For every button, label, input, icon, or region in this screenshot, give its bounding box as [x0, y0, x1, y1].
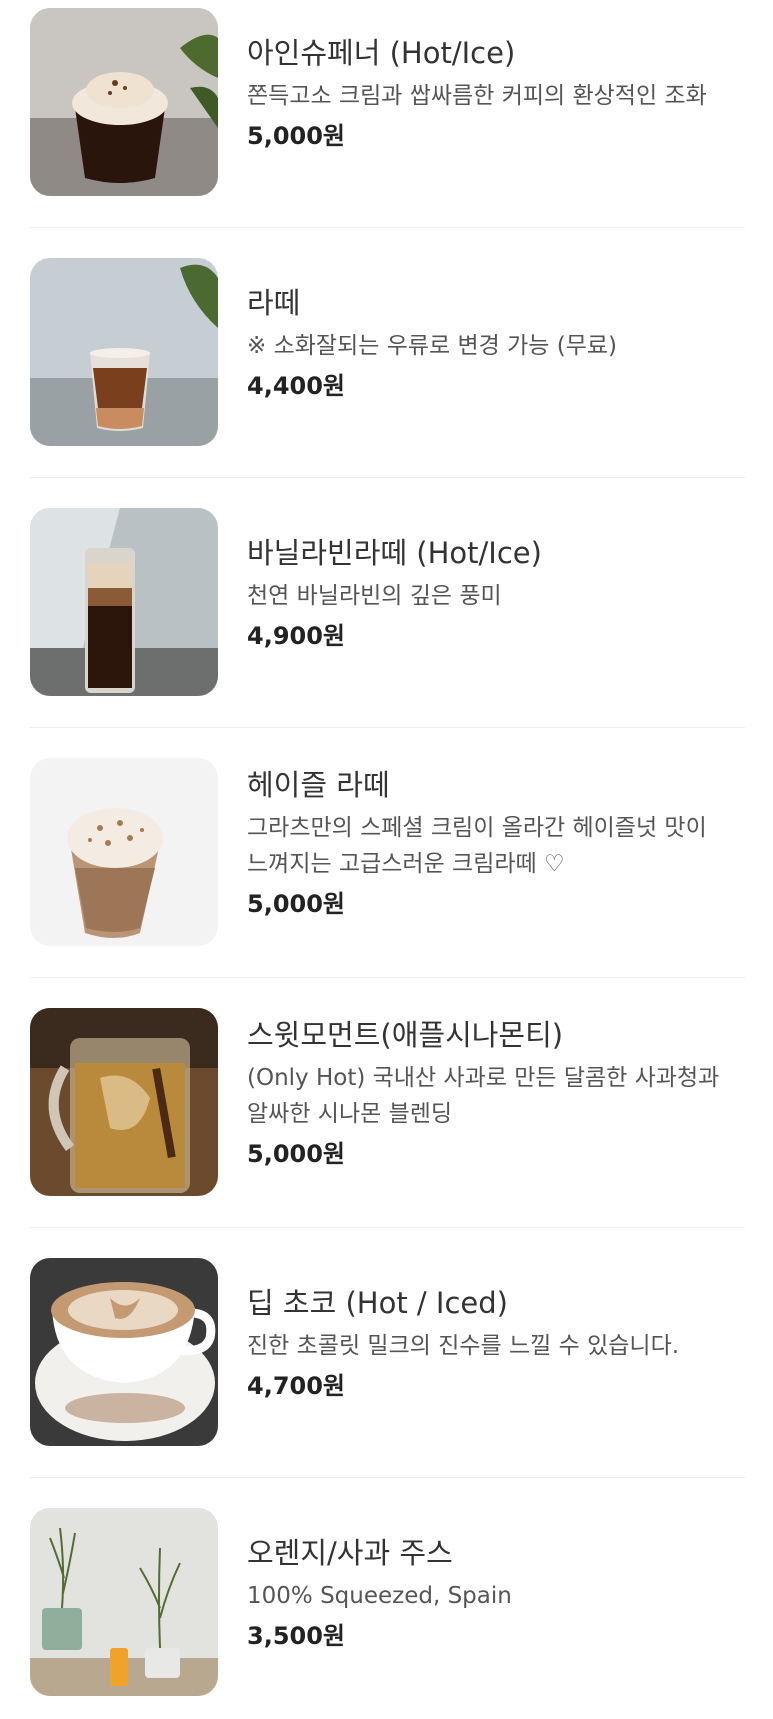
latte-photo: [30, 258, 218, 446]
menu-item-description: (Only Hot) 국내산 사과로 만든 달콤한 사과청과 알싸한 시나몬 블…: [247, 1060, 745, 1132]
description-line: 그라츠만의 스페셜 크림이 올라간 헤이즐넛 맛이: [247, 815, 707, 841]
menu-item-price: 5,000원: [247, 1140, 345, 1168]
menu-item-name: 오렌지/사과 주스: [247, 1536, 453, 1570]
vanilla-latte-photo: [30, 508, 218, 696]
divider: [30, 227, 745, 228]
description-line: ※ 소화잘되는 우류로 변경 가능 (무료): [247, 333, 618, 359]
menu-item-apple-cinnamon-tea[interactable]: 스윗모먼트(애플시나몬티) (Only Hot) 국내산 사과로 만든 달콤한 …: [30, 1008, 745, 1196]
deep-choco-photo: [30, 1258, 218, 1446]
description-line: (Only Hot) 국내산 사과로 만든 달콤한 사과청과: [247, 1065, 720, 1091]
apple-cinnamon-tea-photo: [30, 1008, 218, 1196]
hazel-latte-photo: [30, 758, 218, 946]
description-line: 쫀득고소 크림과 쌉싸름한 커피의 환상적인 조화: [247, 83, 707, 109]
menu-item-description: 진한 초콜릿 밀크의 진수를 느낄 수 있습니다.: [247, 1328, 745, 1364]
menu-item-deep-choco[interactable]: 딥 초코 (Hot / Iced) 진한 초콜릿 밀크의 진수를 느낄 수 있습…: [30, 1258, 745, 1446]
description-line: 느껴지는 고급스러운 크림라떼 ♡: [247, 851, 565, 877]
einspanner-photo: [30, 8, 218, 196]
menu-item-price: 4,400원: [247, 372, 345, 400]
menu-item-info: 스윗모먼트(애플시나몬티) (Only Hot) 국내산 사과로 만든 달콤한 …: [247, 1016, 745, 1170]
juice-photo: [30, 1508, 218, 1696]
menu-item-latte[interactable]: 라떼 ※ 소화잘되는 우류로 변경 가능 (무료) 4,400원: [30, 258, 745, 446]
divider: [30, 1227, 745, 1228]
menu-item-info: 딥 초코 (Hot / Iced) 진한 초콜릿 밀크의 진수를 느낄 수 있습…: [247, 1284, 745, 1402]
menu-item-name: 아인슈페너 (Hot/Ice): [247, 36, 516, 70]
description-line: 100% Squeezed, Spain: [247, 1583, 512, 1609]
menu-item-info: 헤이즐 라떼 그라츠만의 스페셜 크림이 올라간 헤이즐넛 맛이 느껴지는 고급…: [247, 766, 745, 920]
menu-item-description: 천연 바닐라빈의 깊은 풍미: [247, 578, 745, 614]
menu-item-price: 5,000원: [247, 122, 345, 150]
description-line: 천연 바닐라빈의 깊은 풍미: [247, 583, 502, 609]
menu-item-description: 100% Squeezed, Spain: [247, 1578, 745, 1614]
menu-item-description: 그라츠만의 스페셜 크림이 올라간 헤이즐넛 맛이 느껴지는 고급스러운 크림라…: [247, 810, 745, 882]
menu-item-description: ※ 소화잘되는 우류로 변경 가능 (무료): [247, 328, 745, 364]
menu-item-name: 딥 초코 (Hot / Iced): [247, 1286, 508, 1320]
menu-item-info: 라떼 ※ 소화잘되는 우류로 변경 가능 (무료) 4,400원: [247, 284, 745, 402]
menu-item-price: 4,900원: [247, 622, 345, 650]
menu-item-price: 4,700원: [247, 1372, 345, 1400]
menu-item-name: 헤이즐 라떼: [247, 768, 390, 802]
menu-item-einspanner[interactable]: 아인슈페너 (Hot/Ice) 쫀득고소 크림과 쌉싸름한 커피의 환상적인 조…: [30, 8, 745, 196]
divider: [30, 727, 745, 728]
description-line: 진한 초콜릿 밀크의 진수를 느낄 수 있습니다.: [247, 1333, 680, 1359]
menu-item-vanilla-latte[interactable]: 바닐라빈라떼 (Hot/Ice) 천연 바닐라빈의 깊은 풍미 4,900원: [30, 508, 745, 696]
menu-item-name: 바닐라빈라떼 (Hot/Ice): [247, 536, 542, 570]
menu-item-info: 아인슈페너 (Hot/Ice) 쫀득고소 크림과 쌉싸름한 커피의 환상적인 조…: [247, 34, 745, 152]
divider: [30, 1477, 745, 1478]
menu-item-price: 5,000원: [247, 890, 345, 918]
menu-item-price: 3,500원: [247, 1622, 345, 1650]
menu-item-info: 바닐라빈라떼 (Hot/Ice) 천연 바닐라빈의 깊은 풍미 4,900원: [247, 534, 745, 652]
divider: [30, 977, 745, 978]
menu-item-hazel-latte[interactable]: 헤이즐 라떼 그라츠만의 스페셜 크림이 올라간 헤이즐넛 맛이 느껴지는 고급…: [30, 758, 745, 946]
menu-item-juice[interactable]: 오렌지/사과 주스 100% Squeezed, Spain 3,500원: [30, 1508, 745, 1696]
description-line: 알싸한 시나몬 블렌딩: [247, 1101, 453, 1127]
divider: [30, 477, 745, 478]
menu-item-info: 오렌지/사과 주스 100% Squeezed, Spain 3,500원: [247, 1534, 745, 1652]
menu-item-name: 라떼: [247, 286, 301, 320]
menu-item-name: 스윗모먼트(애플시나몬티): [247, 1018, 564, 1052]
menu-item-description: 쫀득고소 크림과 쌉싸름한 커피의 환상적인 조화: [247, 78, 745, 114]
